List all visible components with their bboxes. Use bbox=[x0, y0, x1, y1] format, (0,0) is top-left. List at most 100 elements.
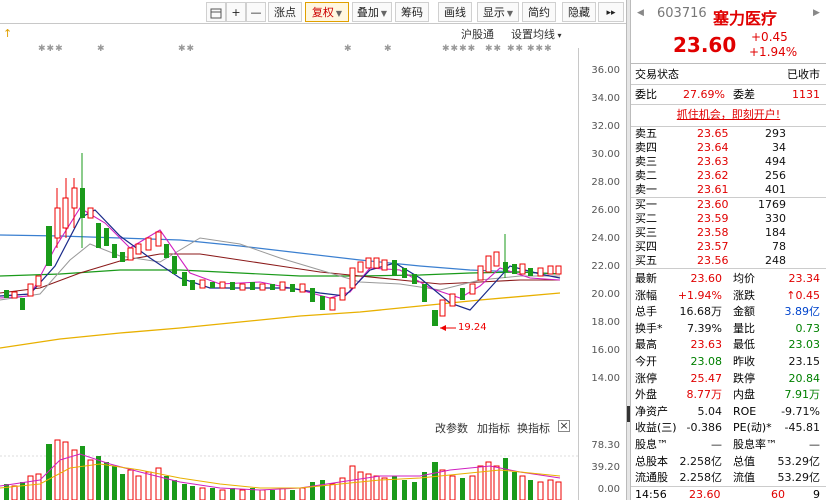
simple-button[interactable]: 简约 bbox=[522, 2, 556, 22]
tick-time: 14:56 bbox=[635, 488, 667, 500]
stat-label: 总手 bbox=[635, 305, 657, 319]
stat-label: 收益(三) bbox=[635, 421, 677, 435]
hide-button[interactable]: 隐藏 bbox=[562, 2, 596, 22]
low-annotation: 19.24 bbox=[458, 322, 487, 333]
zhangdian-button[interactable]: 涨点 bbox=[268, 2, 302, 22]
stat-row: 最高 23.63 最低 23.03 bbox=[631, 336, 826, 353]
bid-level[interactable]: 买三 23.58 184 bbox=[631, 226, 826, 240]
stat-value: -9.71% bbox=[781, 404, 820, 418]
overlay-button[interactable]: 叠加 ▼ bbox=[352, 2, 392, 22]
ma-settings-button[interactable]: 设置均线 ▾ bbox=[511, 26, 562, 42]
stat-value: 20.84 bbox=[788, 371, 821, 385]
stat-label: 涨跌 bbox=[733, 288, 755, 302]
open-account-link[interactable]: 抓住机会，即刻开户! bbox=[677, 108, 780, 121]
vol-tick: 0.00 bbox=[597, 484, 620, 495]
level-price: 23.61 bbox=[697, 183, 729, 196]
stat-value: 2.258亿 bbox=[679, 454, 723, 468]
calendar-icon-button[interactable] bbox=[206, 2, 226, 22]
price-tick: 28.00 bbox=[591, 177, 620, 188]
prev-stock-icon[interactable]: ◀ bbox=[637, 8, 644, 18]
low-arrow-head bbox=[440, 325, 446, 331]
level-price: 23.60 bbox=[697, 198, 729, 211]
level-volume: 78 bbox=[772, 240, 786, 253]
bid-level[interactable]: 买二 23.59 330 bbox=[631, 212, 826, 226]
stat-value: 0.73 bbox=[795, 321, 821, 335]
level-price: 23.63 bbox=[697, 155, 729, 168]
level-label: 买五 bbox=[635, 254, 657, 267]
switch-indicator-button[interactable]: 换指标 bbox=[517, 420, 550, 436]
stat-row: 流通股 2.258亿 流值 53.29亿 bbox=[631, 469, 826, 486]
next-stock-icon[interactable]: ▶ bbox=[813, 8, 820, 18]
bid-level[interactable]: 买一 23.60 1769 bbox=[631, 198, 826, 212]
level-label: 卖五 bbox=[635, 127, 657, 140]
stat-row: 总手 16.68万 金额 3.89亿 bbox=[631, 303, 826, 320]
fuquan-label: 复权 bbox=[311, 6, 334, 19]
close-icon[interactable]: × bbox=[558, 420, 570, 432]
bid-level[interactable]: 买四 23.57 78 bbox=[631, 240, 826, 254]
draw-line-button[interactable]: 画线 bbox=[438, 2, 472, 22]
trade-status-label: 交易状态 bbox=[635, 68, 679, 81]
change-params-button[interactable]: 改参数 bbox=[435, 420, 468, 436]
more-arrows-icon[interactable]: ▸▸ bbox=[598, 2, 624, 22]
app-window: + — 涨点 复权 ▼ 叠加 ▼ 筹码 画线 显示 ▼ 简约 隐藏 ▸▸ ↑ 沪股通 … bbox=[0, 0, 826, 500]
ask-level[interactable]: 卖五 23.65 293 bbox=[631, 127, 826, 141]
chips-button[interactable]: 筹码 bbox=[395, 2, 429, 22]
hgt-label[interactable]: 沪股通 bbox=[461, 26, 494, 42]
zoom-in-button[interactable]: + bbox=[226, 2, 246, 22]
level-price: 23.58 bbox=[697, 226, 729, 239]
promo-row[interactable]: 抓住机会，即刻开户! bbox=[631, 106, 826, 123]
bid-level[interactable]: 买五 23.56 248 bbox=[631, 254, 826, 268]
price-tick: 24.00 bbox=[591, 233, 620, 244]
stat-row: 换手* 7.39% 量比 0.73 bbox=[631, 320, 826, 337]
trade-status-value: 已收市 bbox=[787, 68, 820, 81]
kline-chart[interactable]: ↑ 沪股通 设置均线 ▾ ✱✱✱ ✱ ✱✱ ✱ ✱ ✱✱✱✱ ✱✱ ✱✱ ✱✱✱ bbox=[0, 24, 626, 500]
stat-label: 最高 bbox=[635, 338, 657, 352]
ma-line-blue bbox=[0, 234, 561, 275]
stat-label: 流通股 bbox=[635, 471, 668, 485]
level-volume: 256 bbox=[765, 169, 786, 182]
level-label: 买二 bbox=[635, 212, 657, 225]
stat-label: PE(动)* bbox=[733, 421, 772, 435]
stat-label: 流值 bbox=[733, 471, 755, 485]
stat-label: 总股本 bbox=[635, 454, 668, 468]
fuquan-button[interactable]: 复权 ▼ bbox=[305, 2, 349, 22]
price-tick: 36.00 bbox=[591, 65, 620, 76]
zoom-out-button[interactable]: — bbox=[246, 2, 266, 22]
stat-row: 收益(三) -0.386 PE(动)* -45.81 bbox=[631, 419, 826, 436]
ask-level[interactable]: 卖四 23.64 34 bbox=[631, 141, 826, 155]
stat-value: -0.386 bbox=[686, 421, 722, 435]
ask-level[interactable]: 卖二 23.62 256 bbox=[631, 169, 826, 183]
price-chart-svg bbox=[0, 153, 562, 349]
price-tick: 26.00 bbox=[591, 205, 620, 216]
level-price: 23.59 bbox=[697, 212, 729, 225]
weibi-value: 27.69% bbox=[683, 88, 725, 101]
level-price: 23.62 bbox=[697, 169, 729, 182]
stat-label: 金额 bbox=[733, 305, 755, 319]
volume-header: 改参数 加指标 换指标 × bbox=[0, 420, 578, 436]
stat-value: 7.39% bbox=[687, 321, 722, 335]
price-change: +0.45 bbox=[751, 30, 788, 44]
stat-label: 总值 bbox=[733, 454, 755, 468]
stat-label: 涨停 bbox=[635, 371, 657, 385]
stat-label: 最新 bbox=[635, 272, 657, 285]
stat-row: 涨停 25.47 跌停 20.84 bbox=[631, 370, 826, 387]
stat-label: 换手* bbox=[635, 321, 663, 335]
stat-value: 23.60 bbox=[690, 272, 723, 285]
splitter-handle-icon[interactable] bbox=[627, 406, 630, 422]
display-button[interactable]: 显示 ▼ bbox=[477, 2, 519, 22]
vol-tick: 78.30 bbox=[591, 440, 620, 451]
stat-value: ↑0.45 bbox=[786, 288, 820, 302]
stat-value: 2.258亿 bbox=[679, 471, 723, 485]
ask-level[interactable]: 卖一 23.61 401 bbox=[631, 183, 826, 197]
level-volume: 248 bbox=[765, 254, 786, 267]
tick-price: 23.60 bbox=[689, 488, 721, 500]
add-indicator-button[interactable]: 加指标 bbox=[477, 420, 510, 436]
level-price: 23.65 bbox=[697, 127, 729, 140]
chevron-down-icon: ▼ bbox=[506, 9, 514, 18]
level-volume: 494 bbox=[765, 155, 786, 168]
stat-label: 跌停 bbox=[733, 371, 755, 385]
ask-level[interactable]: 卖三 23.63 494 bbox=[631, 155, 826, 169]
stat-value: — bbox=[809, 438, 820, 451]
stat-value: 3.89亿 bbox=[784, 305, 821, 319]
arrow-up-icon: ↑ bbox=[3, 27, 13, 40]
